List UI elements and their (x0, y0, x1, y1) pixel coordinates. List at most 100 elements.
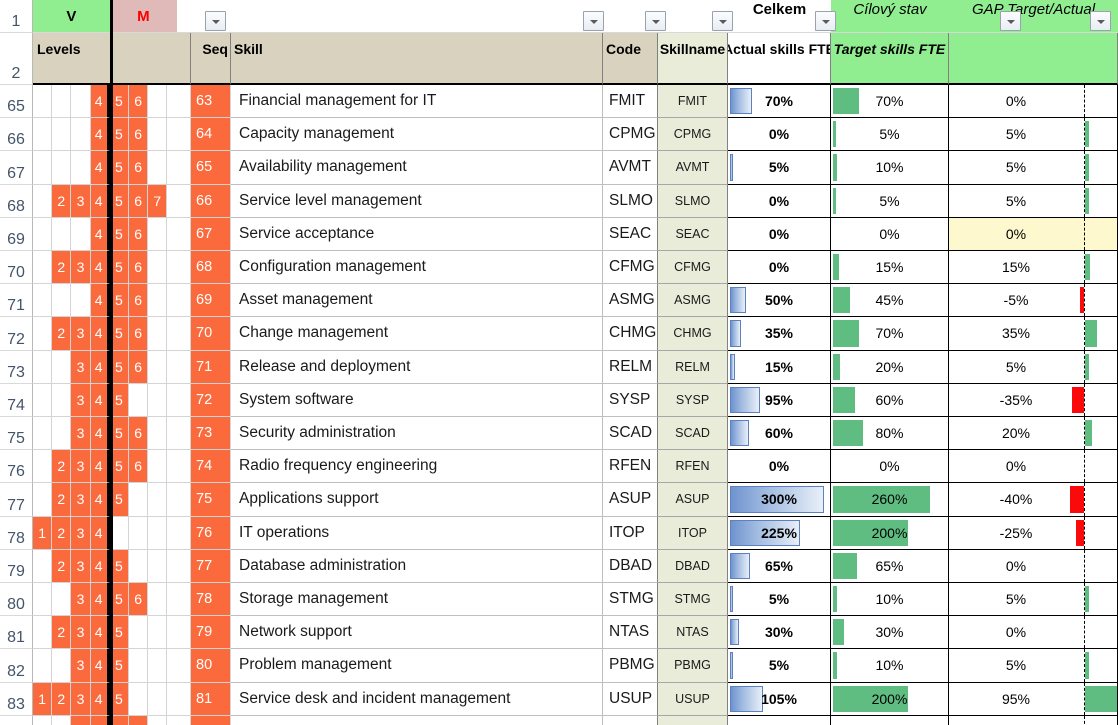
level-cell-6[interactable] (129, 682, 149, 716)
level-cell-7[interactable] (148, 616, 168, 650)
level-cell-6[interactable]: 6 (129, 217, 149, 251)
level-cell-4[interactable]: 4 (90, 616, 110, 650)
level-cell-3[interactable]: 3 (71, 715, 91, 725)
level-cell-7[interactable] (148, 251, 168, 285)
code-cell[interactable]: SYSP (603, 383, 658, 417)
column-header-seq[interactable]: Seq (191, 33, 231, 85)
gap-cell[interactable]: 5% (949, 184, 1118, 218)
gap-cell[interactable]: 0% (949, 616, 1118, 650)
code-cell[interactable]: NTAS (603, 616, 658, 650)
skill-name-cell[interactable]: Network support (231, 616, 603, 650)
actual-fte-cell[interactable]: 15% (728, 350, 831, 384)
gap-cell[interactable]: 0% (949, 450, 1118, 484)
skillname-cell[interactable]: RFEN (658, 450, 728, 484)
code-cell[interactable]: SLMO (603, 184, 658, 218)
skillname-cell[interactable]: SEAC (658, 217, 728, 251)
level-cell-2[interactable]: 2 (52, 450, 72, 484)
level-cell-7[interactable] (148, 682, 168, 716)
level-cell-3[interactable] (71, 118, 91, 152)
actual-fte-cell[interactable]: 65% (728, 549, 831, 583)
level-cell-2[interactable]: 2 (52, 251, 72, 285)
skillname-cell[interactable]: SCAD (658, 417, 728, 451)
level-cell-1[interactable] (33, 317, 53, 351)
level-cell-2[interactable] (52, 151, 72, 185)
level-cell-4[interactable]: 4 (90, 118, 110, 152)
level-cell-6[interactable]: 6 (129, 583, 149, 617)
skill-name-cell[interactable]: Release and deployment (231, 350, 603, 384)
actual-fte-cell[interactable]: 70% (728, 85, 831, 119)
level-cell-4[interactable]: 4 (90, 251, 110, 285)
column-header-actual[interactable]: Actual skills FTE (728, 33, 831, 85)
gap-cell[interactable]: -25% (949, 516, 1118, 550)
level-cell-1[interactable] (33, 284, 53, 318)
level-cell-7[interactable] (148, 715, 168, 725)
gap-cell[interactable]: 0% (949, 715, 1118, 725)
gap-cell[interactable]: 0% (949, 217, 1118, 251)
level-cell-4[interactable]: 4 (90, 417, 110, 451)
code-cell[interactable]: SCAD (603, 417, 658, 451)
skill-name-cell[interactable]: Asset management (231, 284, 603, 318)
level-cell-1[interactable] (33, 616, 53, 650)
actual-fte-cell[interactable]: 300% (728, 483, 831, 517)
column-header-skill[interactable]: Skill (231, 33, 603, 85)
level-cell-3[interactable]: 3 (71, 483, 91, 517)
level-cell-7[interactable] (148, 549, 168, 583)
level-cell-7[interactable]: 7 (148, 184, 168, 218)
skill-name-cell[interactable]: Change management (231, 317, 603, 351)
code-cell[interactable]: RFEN (603, 450, 658, 484)
target-fte-cell[interactable]: 5% (831, 118, 949, 152)
level-cell-2[interactable]: 2 (52, 616, 72, 650)
level-cell-2[interactable] (52, 417, 72, 451)
level-cell-1[interactable] (33, 549, 53, 583)
level-cell-4[interactable]: 4 (90, 317, 110, 351)
target-fte-cell[interactable]: 10% (831, 583, 949, 617)
code-cell[interactable]: ASUP (603, 483, 658, 517)
level-cell-1[interactable] (33, 417, 53, 451)
skill-name-cell[interactable]: Storage management (231, 583, 603, 617)
target-fte-cell[interactable]: 20% (831, 350, 949, 384)
level-cell-1[interactable]: 1 (33, 682, 53, 716)
level-cell-2[interactable]: 2 (52, 516, 72, 550)
level-cell-7[interactable] (148, 317, 168, 351)
level-cell-2[interactable] (52, 383, 72, 417)
skillname-cell[interactable]: CFMG (658, 251, 728, 285)
level-cell-1[interactable] (33, 217, 53, 251)
gap-cell[interactable]: 5% (949, 118, 1118, 152)
column-header-gap[interactable] (949, 33, 1118, 85)
actual-fte-cell[interactable]: 0% (728, 450, 831, 484)
level-cell-7[interactable] (148, 417, 168, 451)
level-cell-1[interactable] (33, 583, 53, 617)
level-cell-4[interactable]: 4 (90, 483, 110, 517)
actual-fte-cell[interactable]: 50% (728, 284, 831, 318)
gap-cell[interactable]: -40% (949, 483, 1118, 517)
actual-fte-cell[interactable]: 105% (728, 682, 831, 716)
level-cell-1[interactable] (33, 450, 53, 484)
level-cell-4[interactable]: 4 (90, 682, 110, 716)
code-cell[interactable]: CPMG (603, 118, 658, 152)
skill-name-cell[interactable]: Configuration management (231, 251, 603, 285)
level-cell-4[interactable]: 4 (90, 649, 110, 683)
level-cell-3[interactable]: 3 (71, 450, 91, 484)
code-cell[interactable]: SEAC (603, 217, 658, 251)
actual-fte-cell[interactable]: 0% (728, 118, 831, 152)
skill-name-cell[interactable]: Service acceptance (231, 217, 603, 251)
level-cell-6[interactable]: 6 (129, 450, 149, 484)
level-cell-2[interactable] (52, 217, 72, 251)
actual-fte-cell[interactable]: 5% (728, 583, 831, 617)
level-cell-6[interactable]: 6 (129, 85, 149, 119)
filter-button-target[interactable] (1000, 11, 1021, 31)
gap-cell[interactable]: -35% (949, 383, 1118, 417)
level-cell-7[interactable] (148, 217, 168, 251)
level-cell-3[interactable]: 3 (71, 682, 91, 716)
level-cell-6[interactable]: 6 (129, 715, 149, 725)
gap-cell[interactable]: -5% (949, 284, 1118, 318)
level-cell-7[interactable] (148, 649, 168, 683)
level-cell-4[interactable]: 4 (90, 151, 110, 185)
skillname-cell[interactable]: SYSP (658, 383, 728, 417)
column-header-skillname[interactable]: Skillname (658, 33, 728, 85)
target-fte-cell[interactable]: 0% (831, 715, 949, 725)
skill-name-cell[interactable]: Service level management (231, 184, 603, 218)
level-cell-6[interactable] (129, 516, 149, 550)
level-cell-6[interactable]: 6 (129, 350, 149, 384)
level-cell-4[interactable]: 4 (90, 549, 110, 583)
